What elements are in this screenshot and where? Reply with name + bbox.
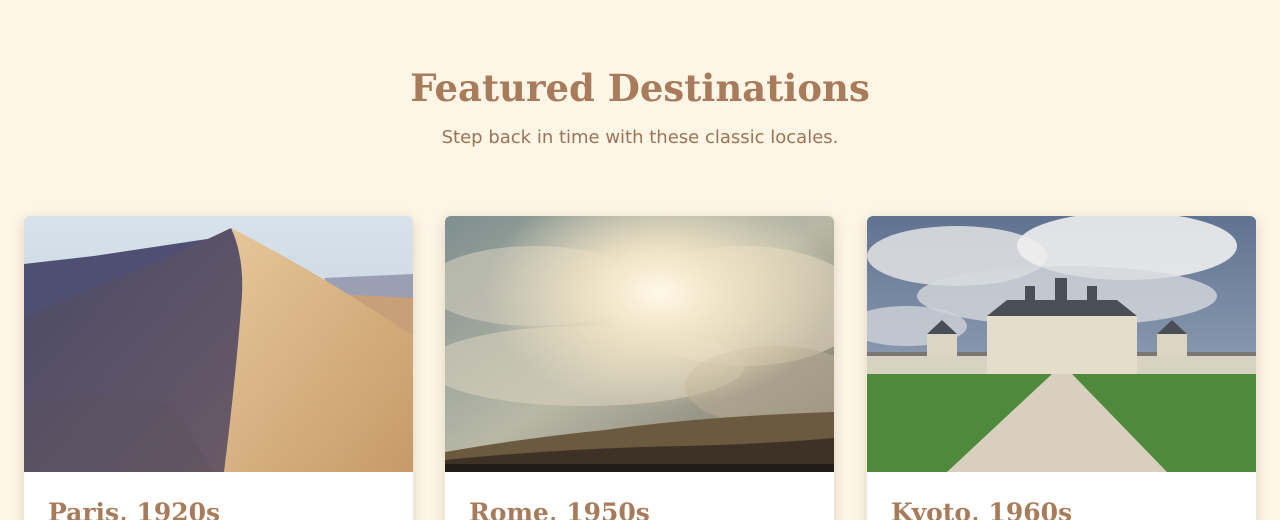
featured-destinations-section: Featured Destinations Step back in time … xyxy=(0,0,1280,520)
desert-dune-image xyxy=(24,216,413,472)
destination-title[interactable]: Paris, 1920s xyxy=(48,496,220,520)
clouds-landscape-image xyxy=(445,216,834,472)
destination-title[interactable]: Rome, 1950s xyxy=(469,496,650,520)
destination-title[interactable]: Kyoto, 1960s xyxy=(891,496,1072,520)
section-title: Featured Destinations xyxy=(410,66,870,110)
destination-card-rome[interactable]: Rome, 1950s xyxy=(445,216,834,520)
chateau-image xyxy=(867,216,1256,472)
destination-card-kyoto[interactable]: Kyoto, 1960s xyxy=(867,216,1256,520)
destination-card-paris[interactable]: Paris, 1920s xyxy=(24,216,413,520)
section-subtitle: Step back in time with these classic loc… xyxy=(441,127,839,148)
